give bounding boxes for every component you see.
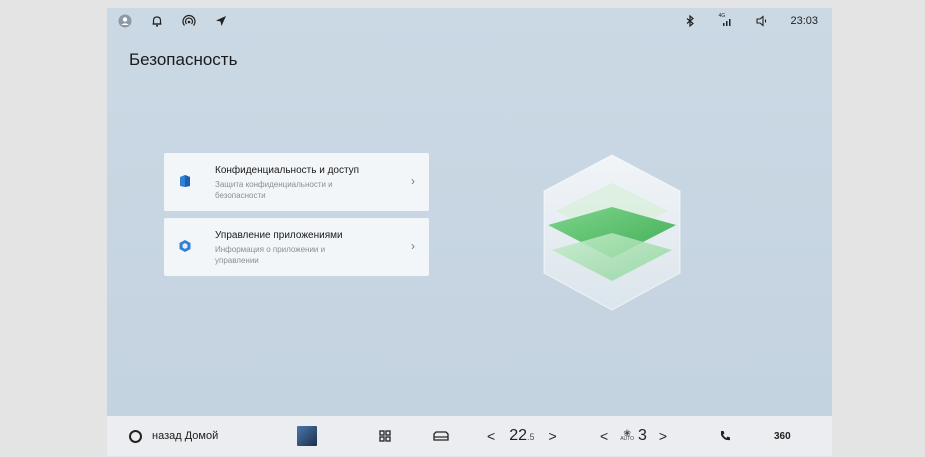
- back-home-label: назад Домой: [152, 430, 219, 442]
- chevron-right-icon: ›: [411, 239, 415, 253]
- temperature-integer: 22: [509, 427, 527, 444]
- fan-auto-label: AUTO: [620, 436, 634, 442]
- fan-icon: ❀ AUTO: [620, 428, 634, 443]
- app-management-card[interactable]: Управление приложениями Информация о при…: [164, 218, 429, 276]
- clock: 23:03: [790, 15, 818, 27]
- chevron-right-icon: ›: [411, 174, 415, 188]
- layers-cube-icon: [540, 153, 685, 313]
- album-art: [297, 426, 317, 446]
- hotspot-icon[interactable]: [181, 13, 197, 29]
- shield-icon: [178, 174, 192, 188]
- bluetooth-icon[interactable]: [682, 13, 698, 29]
- apps-grid-button[interactable]: [377, 416, 393, 456]
- phone-button[interactable]: [717, 416, 733, 456]
- bell-icon[interactable]: [149, 13, 165, 29]
- chevron-right-icon[interactable]: >: [659, 428, 667, 444]
- page-title: Безопасность: [129, 50, 238, 69]
- bottom-navbar: назад Домой < 22.5 > < ❀ AUTO 3 > 360: [107, 416, 832, 456]
- card-text: Управление приложениями Информация о при…: [215, 229, 411, 266]
- user-icon[interactable]: [117, 13, 133, 29]
- chevron-left-icon[interactable]: <: [487, 428, 495, 444]
- car-control-button[interactable]: [431, 416, 451, 456]
- status-bar: 4G 23:03: [107, 8, 832, 34]
- volume-icon[interactable]: [754, 13, 770, 29]
- camera-360-icon: 360: [774, 431, 791, 442]
- signal-4g-icon: 4G: [718, 13, 734, 29]
- camera-360-button[interactable]: 360: [774, 416, 791, 456]
- fan-control: < ❀ AUTO 3 >: [600, 416, 667, 456]
- status-right-icons: 4G 23:03: [682, 13, 818, 29]
- network-label: 4G: [718, 13, 726, 19]
- card-text: Конфиденциальность и доступ Защита конфи…: [215, 164, 411, 201]
- car-seat-icon: [431, 428, 451, 444]
- app-screen: 4G 23:03 Безопасность Конфиденциальность…: [107, 8, 832, 456]
- card-title: Конфиденциальность и доступ: [215, 165, 360, 176]
- status-left-icons: [117, 13, 229, 29]
- temperature-decimal: .5: [526, 432, 535, 442]
- media-widget[interactable]: [297, 416, 317, 456]
- temperature-control: < 22.5 >: [487, 416, 557, 456]
- home-circle-icon: [129, 429, 142, 443]
- camera-360-label: 360: [774, 430, 791, 442]
- chevron-right-icon[interactable]: >: [549, 428, 557, 444]
- card-subtitle: Информация о приложении и управлении: [215, 245, 326, 265]
- app-cube-icon: [178, 239, 192, 253]
- phone-icon: [717, 428, 733, 444]
- privacy-access-card[interactable]: Конфиденциальность и доступ Защита конфи…: [164, 153, 429, 211]
- temperature-value: 22.5: [509, 427, 534, 445]
- apps-grid-icon: [377, 428, 393, 444]
- card-subtitle: Защита конфиденциальности и безопасности: [215, 180, 333, 200]
- fan-level: 3: [638, 427, 647, 444]
- chevron-left-icon[interactable]: <: [600, 428, 608, 444]
- home-back-button[interactable]: назад Домой: [129, 416, 218, 456]
- fan-level-display: ❀ AUTO 3: [620, 427, 647, 445]
- card-title: Управление приложениями: [215, 230, 343, 241]
- navigation-arrow-icon[interactable]: [213, 13, 229, 29]
